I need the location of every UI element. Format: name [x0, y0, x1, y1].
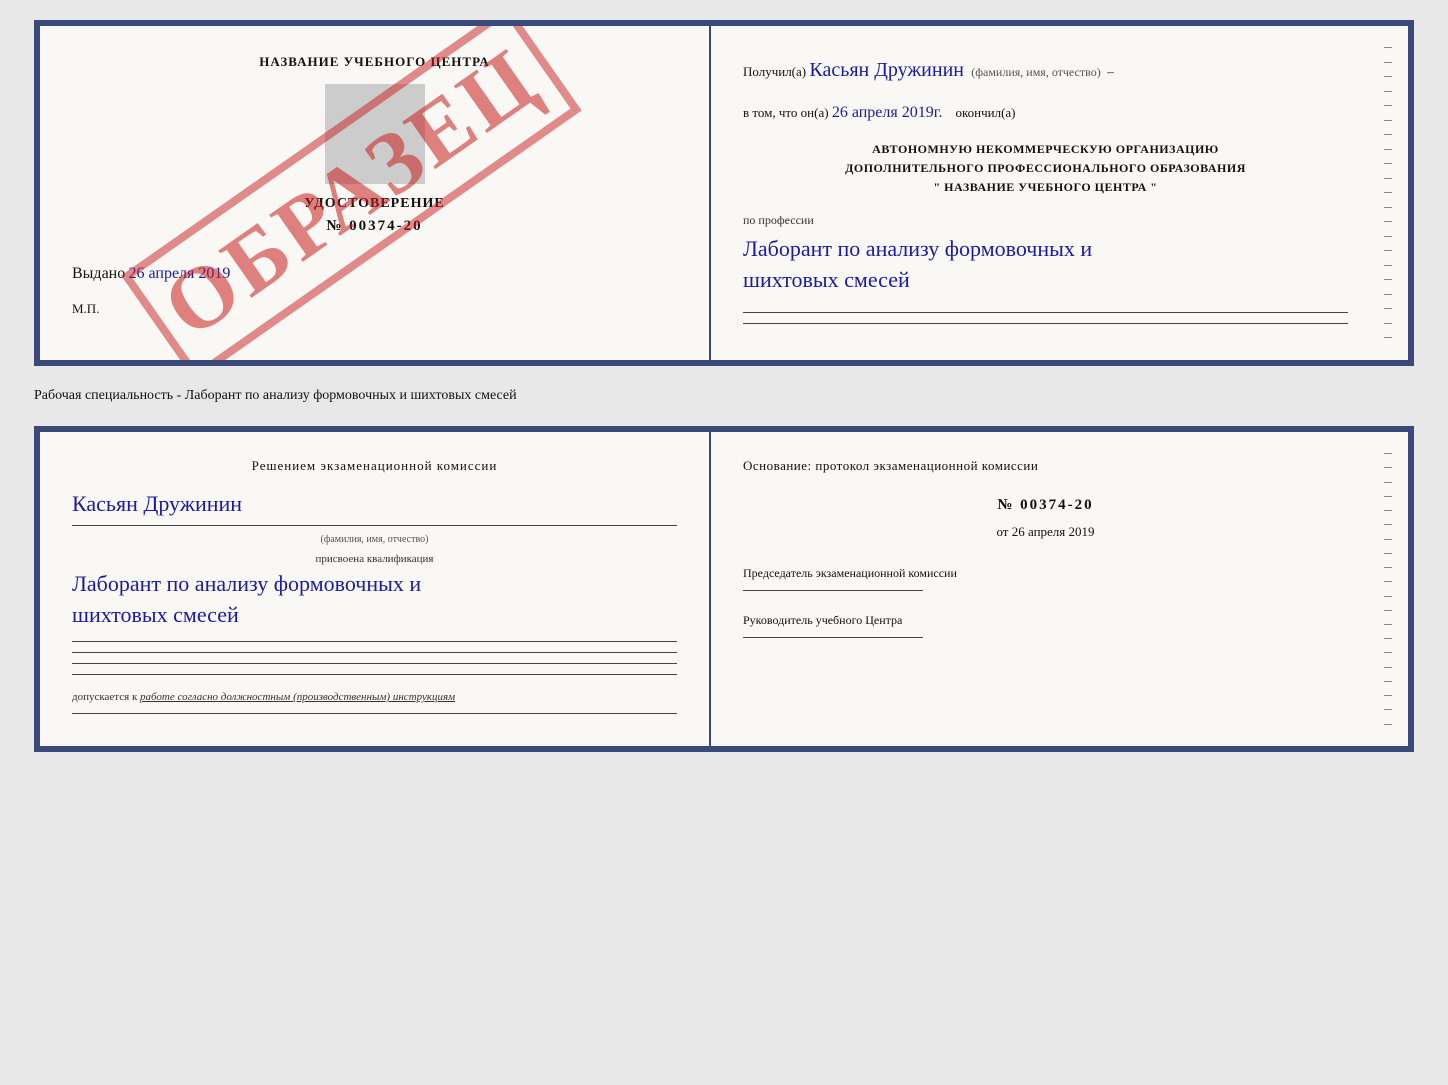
- tick: [1384, 482, 1392, 483]
- bottom-lines: [743, 312, 1348, 324]
- tick: [1384, 596, 1392, 597]
- photo-placeholder: [325, 84, 425, 184]
- tick: [1384, 610, 1392, 611]
- tick: [1384, 652, 1392, 653]
- tick: [1384, 192, 1392, 193]
- allows-text: работе согласно должностным (производств…: [140, 691, 455, 703]
- tick: [1384, 236, 1392, 237]
- in-that-row: в том, что он(а) 26 апреля 2019г. окончи…: [743, 100, 1348, 126]
- bottom-name-handwritten: Касьян Дружинин: [72, 491, 242, 516]
- finished-label: окончил(а): [955, 105, 1015, 120]
- tick: [1384, 496, 1392, 497]
- tick: [1384, 294, 1392, 295]
- basis-label: Основание: протокол экзаменационной коми…: [743, 456, 1348, 477]
- tick: [1384, 178, 1392, 179]
- tick: [1384, 539, 1392, 540]
- tick: [1384, 308, 1392, 309]
- tick: [1384, 105, 1392, 106]
- tick: [1384, 265, 1392, 266]
- org-line2: ДОПОЛНИТЕЛЬНОГО ПРОФЕССИОНАЛЬНОГО ОБРАЗО…: [743, 159, 1348, 178]
- protocol-date: от 26 апреля 2019: [743, 524, 1348, 540]
- mp-label: М.П.: [72, 301, 677, 317]
- allows-block: допускается к работе согласно должностны…: [72, 691, 677, 703]
- cert-issued-row: Выдано 26 апреля 2019: [72, 265, 677, 283]
- bottom-cert-left: Решением экзаменационной комиссии Касьян…: [40, 432, 711, 746]
- tick: [1384, 709, 1392, 710]
- tick: [1384, 76, 1392, 77]
- fio-hint-top: (фамилия, имя, отчество): [971, 65, 1100, 79]
- tick: [1384, 47, 1392, 48]
- tick: [1384, 207, 1392, 208]
- chairman-block: Председатель экзаменационной комиссии: [743, 564, 1348, 591]
- tick: [1384, 667, 1392, 668]
- commission-header: Решением экзаменационной комиссии: [72, 456, 677, 476]
- chairman-label: Председатель экзаменационной комиссии: [743, 564, 1348, 582]
- bottom-document: Решением экзаменационной комиссии Касьян…: [34, 426, 1414, 752]
- tick: [1384, 91, 1392, 92]
- org-line3: " НАЗВАНИЕ УЧЕБНОГО ЦЕНТРА ": [743, 178, 1348, 197]
- org-block: АВТОНОМНУЮ НЕКОММЕРЧЕСКУЮ ОРГАНИЗАЦИЮ ДО…: [743, 140, 1348, 198]
- qual-handwritten-1: Лаборант по анализу формовочных и: [72, 569, 677, 600]
- tick: [1384, 567, 1392, 568]
- tick: [1384, 695, 1392, 696]
- cert-number: № 00374-20: [72, 218, 677, 235]
- tick: [1384, 581, 1392, 582]
- bottom-fio-hint: (фамилия, имя, отчество): [72, 534, 677, 545]
- org-line1: АВТОНОМНУЮ НЕКОММЕРЧЕСКУЮ ОРГАНИЗАЦИЮ: [743, 140, 1348, 159]
- qual-handwritten-2: шихтовых смесей: [72, 600, 677, 631]
- bottom-cert-right: Основание: протокол экзаменационной коми…: [711, 432, 1380, 746]
- tick: [1384, 510, 1392, 511]
- tick: [1384, 163, 1392, 164]
- top-cert-right: Получил(а) Касьян Дружинин (фамилия, имя…: [711, 26, 1380, 360]
- side-ticks-bottom: [1380, 432, 1408, 746]
- date-handwritten: 26 апреля 2019г.: [832, 104, 943, 121]
- date-prefix: от: [996, 524, 1008, 539]
- tick: [1384, 337, 1392, 338]
- tick: [1384, 323, 1392, 324]
- tick: [1384, 221, 1392, 222]
- profession-handwritten-1: Лаборант по анализу формовочных и: [743, 234, 1348, 265]
- tick: [1384, 149, 1392, 150]
- tick: [1384, 250, 1392, 251]
- allows-label: допускается к: [72, 691, 137, 703]
- in-that-label: в том, что он(а): [743, 105, 829, 120]
- tick: [1384, 624, 1392, 625]
- tick: [1384, 681, 1392, 682]
- protocol-number: № 00374-20: [743, 497, 1348, 514]
- received-label: Получил(а): [743, 64, 806, 79]
- profession-handwritten-2: шихтовых смесей: [743, 265, 1348, 296]
- tick: [1384, 724, 1392, 725]
- profession-section: по профессии Лаборант по анализу формово…: [743, 211, 1348, 296]
- cert-label: УДОСТОВЕРЕНИЕ: [72, 196, 677, 212]
- issued-date-handwritten: 26 апреля 2019: [128, 265, 230, 282]
- qual-label: присвоена квалификация: [72, 553, 677, 565]
- top-cert-left: НАЗВАНИЕ УЧЕБНОГО ЦЕНТРА УДОСТОВЕРЕНИЕ №…: [40, 26, 711, 360]
- head-block: Руководитель учебного Центра: [743, 611, 1348, 638]
- top-document: НАЗВАНИЕ УЧЕБНОГО ЦЕНТРА УДОСТОВЕРЕНИЕ №…: [34, 20, 1414, 366]
- tick: [1384, 279, 1392, 280]
- tick: [1384, 134, 1392, 135]
- received-row: Получил(а) Касьян Дружинин (фамилия, имя…: [743, 54, 1348, 86]
- tick: [1384, 62, 1392, 63]
- issued-label: Выдано: [72, 265, 125, 282]
- tick: [1384, 524, 1392, 525]
- profession-label: по профессии: [743, 211, 1348, 230]
- name-block: Касьян Дружинин (фамилия, имя, отчество): [72, 491, 677, 545]
- received-name: Касьян Дружинин: [809, 59, 964, 81]
- side-ticks-top: [1380, 26, 1408, 360]
- head-label: Руководитель учебного Центра: [743, 611, 1348, 629]
- tick: [1384, 553, 1392, 554]
- tick: [1384, 453, 1392, 454]
- chairman-sig-line: [743, 590, 923, 591]
- specialty-line: Рабочая специальность - Лаборант по анал…: [34, 384, 1414, 408]
- tick: [1384, 638, 1392, 639]
- head-sig-line: [743, 637, 923, 638]
- tick: [1384, 120, 1392, 121]
- protocol-date-value: 26 апреля 2019: [1012, 524, 1095, 539]
- cert-center-title: НАЗВАНИЕ УЧЕБНОГО ЦЕНТРА: [72, 54, 677, 70]
- tick: [1384, 467, 1392, 468]
